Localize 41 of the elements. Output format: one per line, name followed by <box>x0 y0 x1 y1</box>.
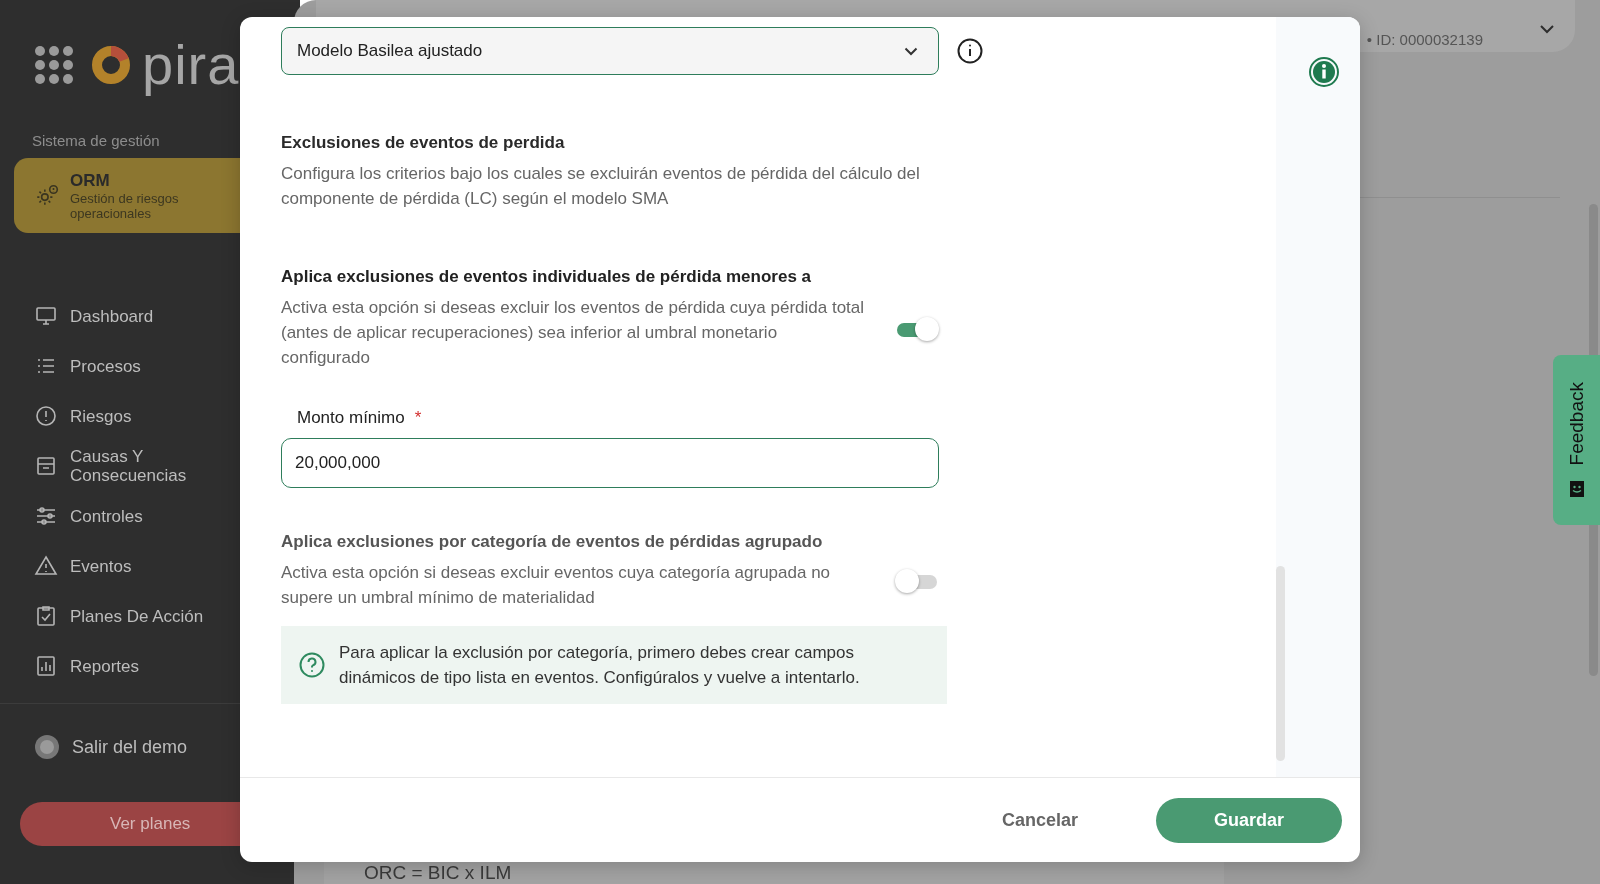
nav-item[interactable]: Causas Y Consecuencias <box>34 441 224 491</box>
logo-ring-icon <box>90 44 132 86</box>
field-label: Monto mínimo <box>297 408 405 428</box>
nav-item[interactable]: Reportes <box>34 641 224 691</box>
circle-icon <box>34 734 60 760</box>
chevron-down-icon[interactable] <box>1539 24 1555 34</box>
archive-icon <box>34 454 58 478</box>
module-title: ORM <box>70 170 111 191</box>
help-circle-icon <box>299 652 325 678</box>
exit-demo-link[interactable]: Salir del demo <box>0 704 300 760</box>
sliders-icon <box>34 504 58 528</box>
model-select[interactable]: Modelo Basilea ajustado <box>281 27 939 75</box>
nav-item[interactable]: Procesos <box>34 341 224 391</box>
smiley-chat-icon <box>1567 479 1586 498</box>
option-description: Activa esta opción si deseas excluir eventos cuya categoría agrupada no supere un umbral mínimo de materialidad <box>281 562 832 609</box>
feedback-tab[interactable]: Feedback <box>1553 355 1600 525</box>
section-title: Exclusiones de eventos de perdida <box>281 133 566 153</box>
option-description: Activa esta opción si deseas excluir los eventos de pérdida cuya pérdida total (antes de aplicar recuperaciones) sea inferior al umbral monetario configurado <box>281 297 866 369</box>
info-icon[interactable] <box>957 38 983 64</box>
formula-text: ORC = BIC x ILM <box>364 863 512 883</box>
option-title: Aplica exclusiones por categoría de eventos de pérdidas agrupado <box>281 532 824 552</box>
notice-text: Para aplicar la exclusión por categoría, primero debes crear campos dinámicos de tipo lista en eventos. Configúralos y vuelve a intentarlo. <box>339 642 861 689</box>
nav-item[interactable]: Eventos <box>34 541 224 591</box>
option-title: Aplica exclusiones de eventos individuales de pérdida menores a <box>281 267 813 287</box>
nav-item[interactable]: Controles <box>34 491 224 541</box>
scrollbar[interactable] <box>1276 566 1285 761</box>
user-id: • ID: 0000032139 <box>1366 29 1483 48</box>
cancel-button[interactable]: Cancelar <box>983 799 1096 841</box>
required-mark: * <box>414 408 422 428</box>
alert-circle-icon <box>34 404 58 428</box>
nav-item[interactable]: Riesgos <box>34 391 224 441</box>
nav-item[interactable]: Planes De Acción <box>34 591 224 641</box>
monitor-icon <box>34 304 58 328</box>
warning-icon <box>34 554 58 578</box>
module-subtitle: Gestión de riesgos operacionales <box>70 190 180 221</box>
nav-item[interactable]: Dashboard <box>34 291 224 341</box>
app-grid-icon[interactable] <box>34 45 74 85</box>
clipboard-check-icon <box>34 604 58 628</box>
chevron-down-icon <box>904 46 918 56</box>
bar-chart-icon <box>34 654 58 678</box>
amount-input-field[interactable]: 20,000,000 <box>281 438 939 488</box>
